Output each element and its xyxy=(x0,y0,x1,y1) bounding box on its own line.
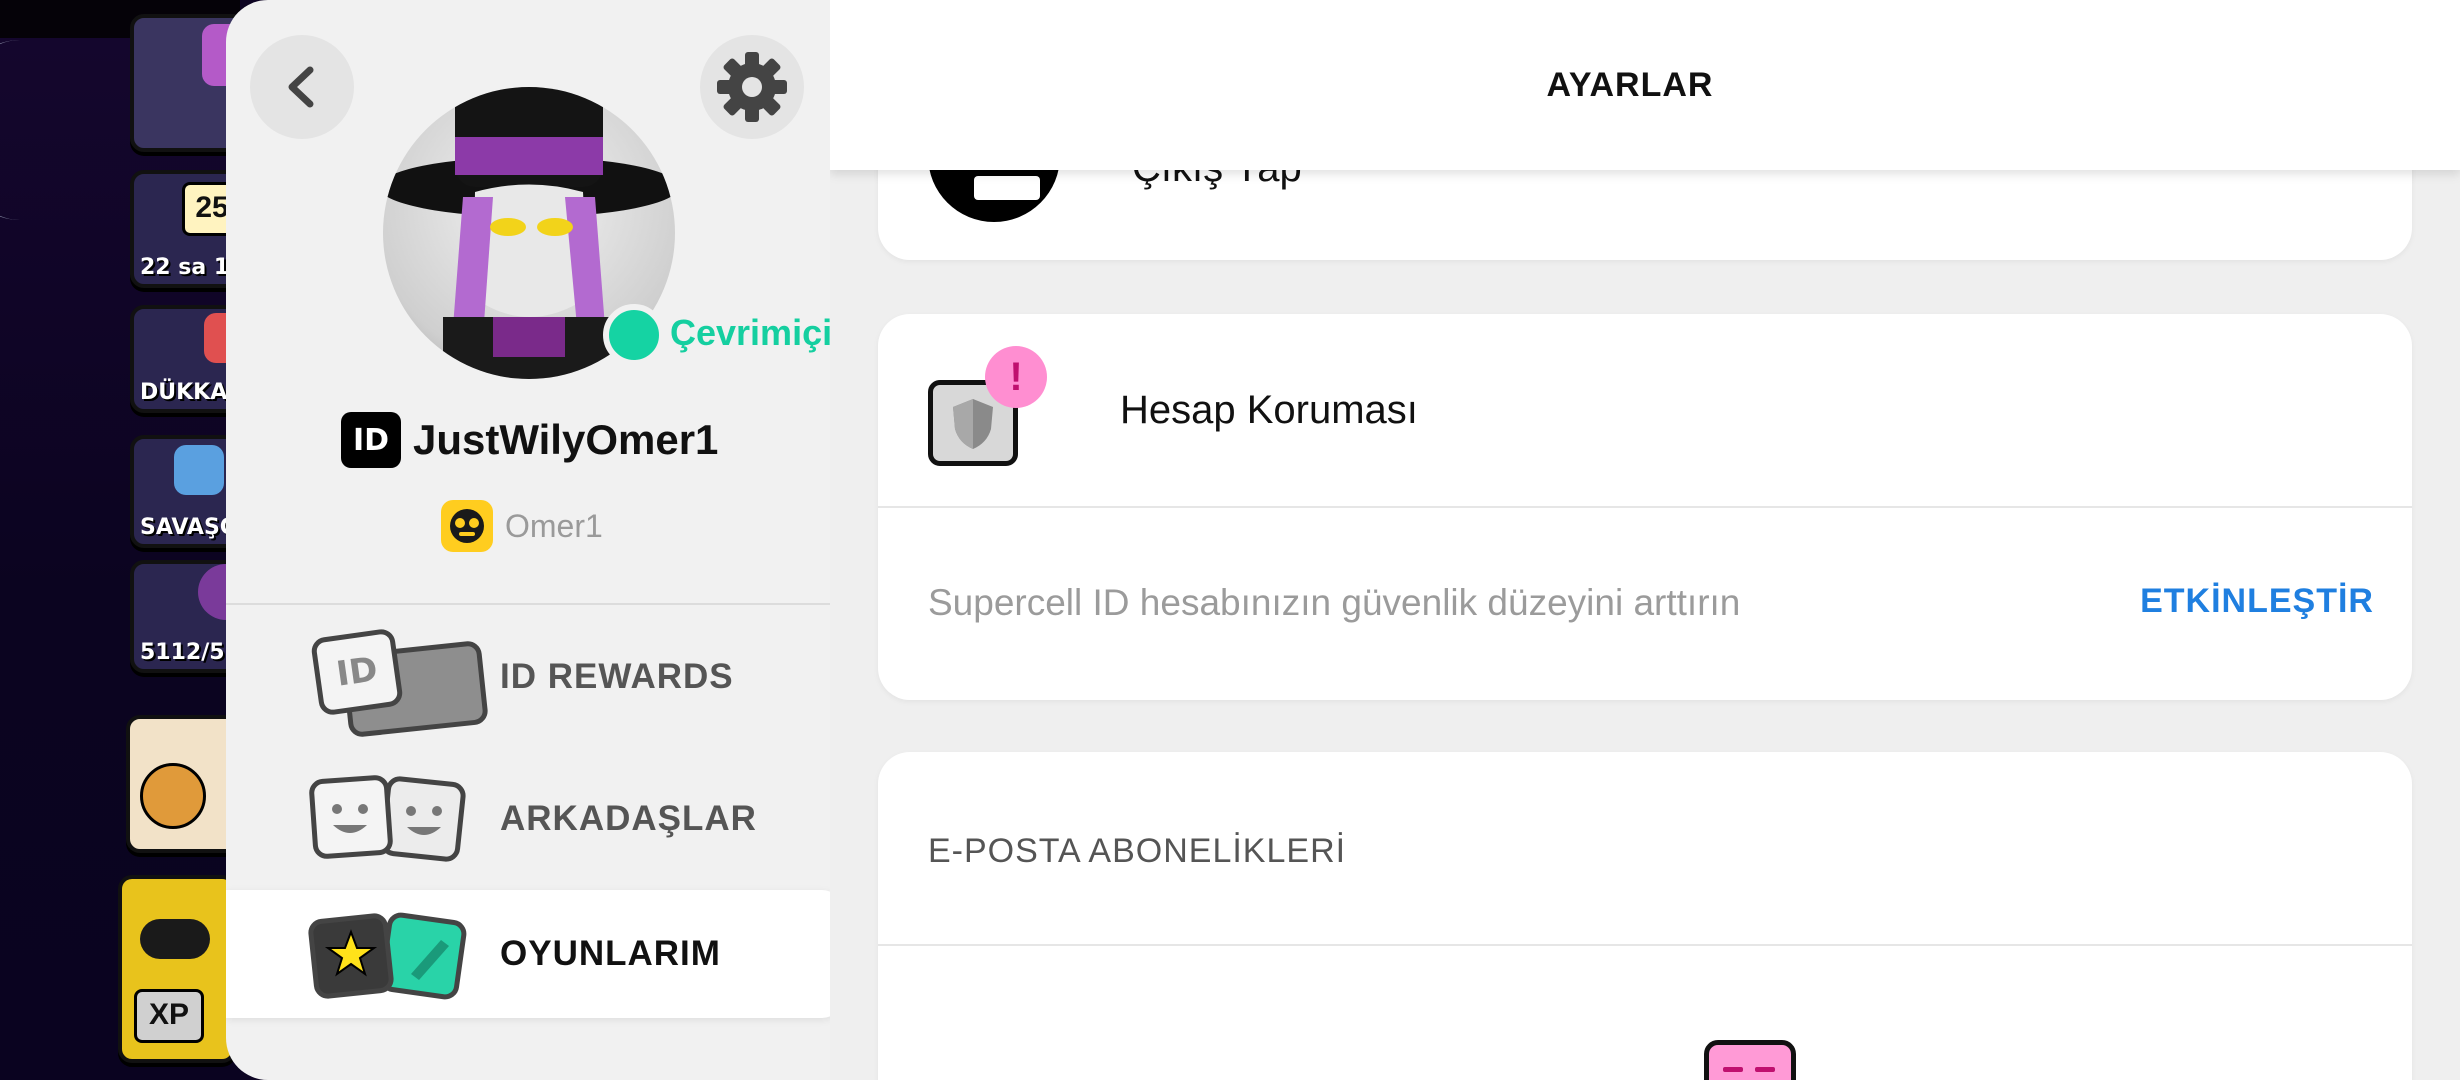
menu-label-id-rewards: ID REWARDS xyxy=(500,657,734,696)
row-divider xyxy=(878,944,2412,946)
page-title: AYARLAR xyxy=(1546,65,1714,104)
drawer-divider xyxy=(226,603,830,605)
supercell-id-icon: ID xyxy=(341,412,401,468)
account-protection-title: Hesap Koruması xyxy=(1120,388,1418,432)
game-calendar-tile[interactable]: 25 22 sa 17 xyxy=(130,170,240,288)
brawlers-label: SAVAŞÇ xyxy=(140,515,236,540)
game-brawlers-tile[interactable]: SAVAŞÇ xyxy=(130,435,240,548)
game-shop-tile[interactable]: DÜKKA xyxy=(130,305,240,413)
id-rewards-icon: ID xyxy=(309,627,490,739)
game-arc-decoration xyxy=(0,40,35,220)
username: JustWilyOmer1 xyxy=(413,416,719,463)
row-divider xyxy=(878,506,2412,508)
profile-drawer: Çevrimiçi ID JustWilyOmer1 Omer1 ID ID R… xyxy=(226,0,830,1080)
settings-header: AYARLAR xyxy=(830,0,2460,170)
menu-item-my-games[interactable]: OYUNLARIM xyxy=(226,890,830,1018)
menu-item-id-rewards[interactable]: ID ID REWARDS xyxy=(226,613,830,741)
chevron-left-icon xyxy=(288,66,314,108)
gear-icon xyxy=(717,52,787,122)
back-button[interactable] xyxy=(250,35,354,139)
game-account-row: Omer1 xyxy=(441,498,603,554)
friends-icon xyxy=(308,769,471,869)
username-row: ID JustWilyOmer1 xyxy=(341,410,718,470)
game-event-tile[interactable] xyxy=(130,14,240,152)
shop-label: DÜKKA xyxy=(140,380,228,405)
email-subscriptions-title: E-POSTA ABONELİKLERİ xyxy=(928,832,1347,870)
xp-badge: XP xyxy=(134,989,204,1043)
game-event-item-tile[interactable] xyxy=(126,715,240,853)
alert-badge: ! xyxy=(985,346,1047,408)
settings-panel: AYARLAR Çıkış Yap ! Hesap Koruması Super… xyxy=(830,0,2460,1080)
waffle-icon xyxy=(140,763,206,829)
brawlers-icon xyxy=(174,445,224,495)
account-protection-card: ! Hesap Koruması Supercell ID hesabınızı… xyxy=(878,314,2412,700)
activate-button[interactable]: ETKİNLEŞTİR xyxy=(2140,582,2374,621)
settings-button[interactable] xyxy=(700,35,804,139)
menu-item-friends[interactable]: ARKADAŞLAR xyxy=(226,755,830,883)
my-games-icon xyxy=(307,904,471,1004)
game-trophy-tile[interactable]: 5112/55 xyxy=(130,560,240,673)
calendar-timer: 22 sa 17 xyxy=(140,255,240,280)
game-username: Omer1 xyxy=(505,507,603,544)
newsletter-icon xyxy=(1704,1040,1796,1080)
online-status-label: Çevrimiçi xyxy=(670,312,830,353)
menu-label-friends: ARKADAŞLAR xyxy=(500,799,757,838)
menu-label-my-games: OYUNLARIM xyxy=(500,934,721,973)
account-protection-description: Supercell ID hesabınızın güvenlik düzeyi… xyxy=(928,582,1741,623)
trophy-progress: 5112/55 xyxy=(140,640,240,665)
brawl-stars-icon xyxy=(441,500,493,552)
game-background: 25 22 sa 17 DÜKKA SAVAŞÇ 5112/55 XP xyxy=(0,0,240,1080)
online-status-indicator xyxy=(603,304,665,366)
email-subscriptions-card: E-POSTA ABONELİKLERİ xyxy=(878,752,2412,1080)
brawl-pass-icon xyxy=(140,919,210,959)
game-pass-tile[interactable]: XP xyxy=(118,875,236,1063)
